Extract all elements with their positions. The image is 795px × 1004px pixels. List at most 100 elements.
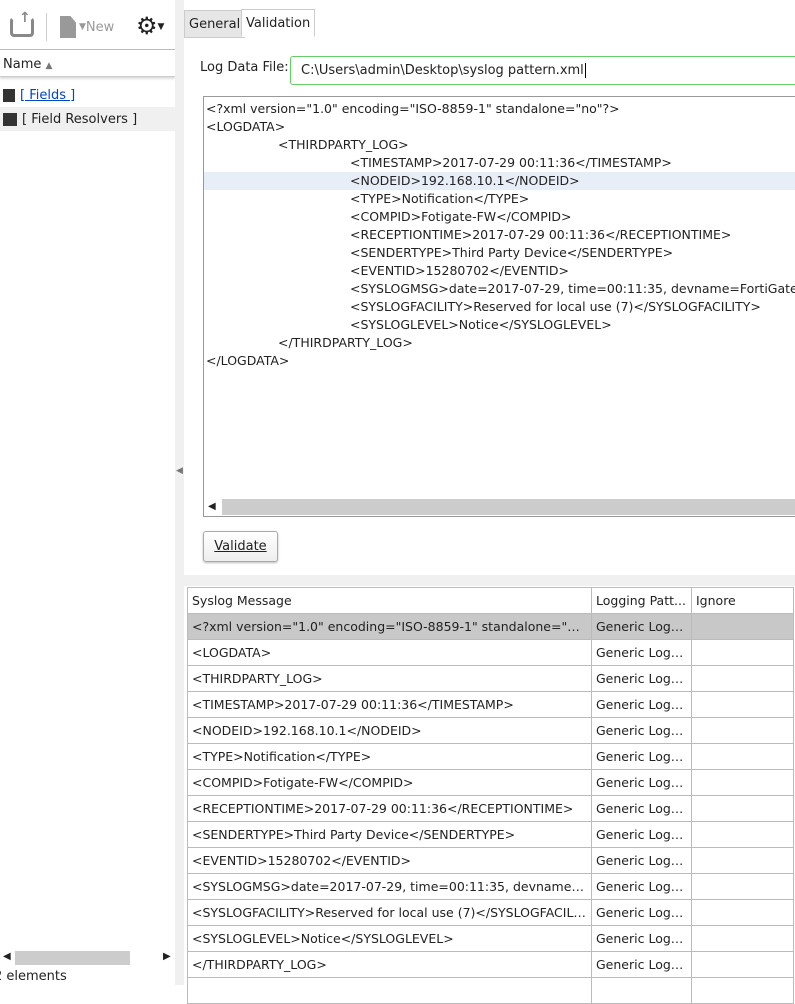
logging-pattern-cell[interactable]: Generic Loggi... [591,925,692,952]
validate-label: Validate [214,539,267,554]
ignore-cell[interactable] [691,743,794,770]
code-line: <THIRDPARTY_LOG> [278,137,409,152]
table-row[interactable] [187,977,794,1004]
logging-pattern-cell[interactable]: Generic Loggi... [591,899,692,926]
table-row[interactable]: <TIMESTAMP>2017-07-29 00:11:36</TIMESTAM… [187,691,794,718]
syslog-message-cell[interactable]: <THIRDPARTY_LOG> [187,665,592,692]
code-line: <?xml version="1.0" encoding="ISO-8859-1… [206,101,620,116]
syslog-message-cell[interactable]: <SYSLOGFACILITY>Reserved for local use (… [187,899,592,926]
logging-pattern-cell[interactable]: Generic Loggi... [591,665,692,692]
collapse-arrow-icon[interactable]: ◀ [176,466,183,476]
logging-pattern-cell[interactable]: Generic Loggi... [591,717,692,744]
column-header-logging-pattern[interactable]: Logging Patt... [591,587,692,614]
horizontal-scrollbar[interactable]: ◀ [204,499,795,516]
scrollbar-thumb[interactable] [15,951,130,965]
table-row[interactable]: <TYPE>Notification</TYPE> Generic Loggi..… [187,743,794,770]
table-row[interactable]: <NODEID>192.168.10.1</NODEID> Generic Log… [187,717,794,744]
tree-item-fields[interactable]: [ Fields ] [0,83,175,107]
ignore-cell[interactable] [691,613,794,640]
name-column-header[interactable]: Name ▲ [0,51,175,77]
syslog-message-cell[interactable]: <?xml version="1.0" encoding="ISO-8859-1… [187,613,592,640]
code-line: </LOGDATA> [206,353,290,368]
ignore-cell[interactable] [691,847,794,874]
table-row[interactable]: <SYSLOGLEVEL>Notice</SYSLOGLEVEL> Generic… [187,925,794,952]
ignore-cell[interactable] [691,665,794,692]
tab-general[interactable]: General [184,10,246,38]
table-row[interactable]: <SYSLOGFACILITY>Reserved for local use (… [187,899,794,926]
table-row[interactable]: <THIRDPARTY_LOG> Generic Loggi... [187,665,794,692]
logging-pattern-cell[interactable]: Generic Loggi... [591,743,692,770]
code-line: <NODEID>192.168.10.1</NODEID> [204,172,795,190]
xml-preview[interactable]: <?xml version="1.0" encoding="ISO-8859-1… [203,96,795,517]
table-icon [3,88,15,102]
ignore-cell[interactable] [691,795,794,822]
tree-item-field-resolvers[interactable]: [ Field Resolvers ] [0,107,175,131]
code-line: <SYSLOGMSG>date=2017-07-29, time=00:11:3… [350,281,795,296]
table-row[interactable]: </THIRDPARTY_LOG> Generic Loggi... [187,951,794,978]
table-row[interactable]: <?xml version="1.0" encoding="ISO-8859-1… [187,613,794,640]
validate-button[interactable]: Validate [203,531,278,562]
code-line: <RECEPTIONTIME>2017-07-29 00:11:36</RECE… [350,227,732,242]
syslog-message-cell[interactable]: <SYSLOGLEVEL>Notice</SYSLOGLEVEL> [187,925,592,952]
ignore-cell[interactable] [691,873,794,900]
horizontal-scrollbar[interactable]: ◀ ▶ [0,950,175,966]
syslog-message-cell[interactable]: <COMPID>Fotigate-FW</COMPID> [187,769,592,796]
ignore-cell[interactable] [691,691,794,718]
table-row[interactable]: <SYSLOGMSG>date=2017-07-29, time=00:11:3… [187,873,794,900]
logging-pattern-cell[interactable] [591,977,692,1004]
column-header-syslog-message[interactable]: Syslog Message [187,587,592,614]
syslog-message-cell[interactable]: <LOGDATA> [187,639,592,666]
logging-pattern-cell[interactable]: Generic Loggi... [591,847,692,874]
tree-item-label: [ Field Resolvers ] [22,111,138,127]
logging-pattern-cell[interactable]: Generic Loggi... [591,951,692,978]
syslog-message-cell[interactable] [187,977,592,1004]
syslog-message-cell[interactable]: <TYPE>Notification</TYPE> [187,743,592,770]
syslog-message-cell[interactable]: <NODEID>192.168.10.1</NODEID> [187,717,592,744]
syslog-message-cell[interactable]: <SYSLOGMSG>date=2017-07-29, time=00:11:3… [187,873,592,900]
table-row[interactable]: <LOGDATA> Generic Loggi... [187,639,794,666]
syslog-message-cell[interactable]: </THIRDPARTY_LOG> [187,951,592,978]
ignore-cell[interactable] [691,951,794,978]
tab-validation[interactable]: Validation [241,9,316,37]
document-icon [60,16,76,38]
syslog-message-cell[interactable]: <TIMESTAMP>2017-07-29 00:11:36</TIMESTAM… [187,691,592,718]
logging-pattern-cell[interactable]: Generic Loggi... [591,873,692,900]
scroll-right-icon[interactable]: ▶ [163,951,171,962]
code-line: <SENDERTYPE>Third Party Device</SENDERTY… [350,245,674,260]
gear-icon[interactable]: ⚙▼ [136,12,164,40]
fields-link[interactable]: [ Fields ] [20,88,75,103]
sort-ascending-icon: ▲ [45,61,53,71]
column-header-ignore[interactable]: Ignore [691,587,794,614]
syslog-message-cell[interactable]: <SENDERTYPE>Third Party Device</SENDERTY… [187,821,592,848]
ignore-cell[interactable] [691,821,794,848]
table-row[interactable]: <RECEPTIONTIME>2017-07-29 00:11:36</RECE… [187,795,794,822]
logging-pattern-cell[interactable]: Generic Loggi... [591,821,692,848]
logging-pattern-cell[interactable]: Generic Loggi... [591,639,692,666]
log-file-value: C:\Users\admin\Desktop\syslog pattern.xm… [301,63,584,78]
logging-pattern-cell[interactable]: Generic Loggi... [591,769,692,796]
log-file-input[interactable]: C:\Users\admin\Desktop\syslog pattern.xm… [290,56,795,85]
syslog-message-cell[interactable]: <RECEPTIONTIME>2017-07-29 00:11:36</RECE… [187,795,592,822]
left-panel: ↑ ▼ New ⚙▼ Name ▲ [ Fields ] [ Field Res… [0,0,175,985]
ignore-cell[interactable] [691,769,794,796]
ignore-cell[interactable] [691,639,794,666]
dropdown-arrow-icon: ▼ [79,22,86,32]
export-icon[interactable]: ↑ [10,10,34,37]
scrollbar-thumb[interactable] [222,499,795,515]
ignore-cell[interactable] [691,717,794,744]
table-row[interactable]: <COMPID>Fotigate-FW</COMPID> Generic Logg… [187,769,794,796]
logging-pattern-cell[interactable]: Generic Loggi... [591,613,692,640]
scroll-left-icon[interactable]: ◀ [208,501,216,512]
table-row[interactable]: <EVENTID>15280702</EVENTID> Generic Loggi… [187,847,794,874]
syslog-message-cell[interactable]: <EVENTID>15280702</EVENTID> [187,847,592,874]
table-row[interactable]: <SENDERTYPE>Third Party Device</SENDERTY… [187,821,794,848]
ignore-cell[interactable] [691,899,794,926]
logging-pattern-cell[interactable]: Generic Loggi... [591,795,692,822]
splitter[interactable]: ◀ [175,0,184,985]
new-button[interactable]: ▼ New [60,16,114,38]
logging-pattern-cell[interactable]: Generic Loggi... [591,691,692,718]
ignore-cell[interactable] [691,925,794,952]
ignore-cell[interactable] [691,977,794,1004]
scroll-left-icon[interactable]: ◀ [3,951,11,962]
code-line: <TIMESTAMP>2017-07-29 00:11:36</TIMESTAM… [350,155,672,170]
